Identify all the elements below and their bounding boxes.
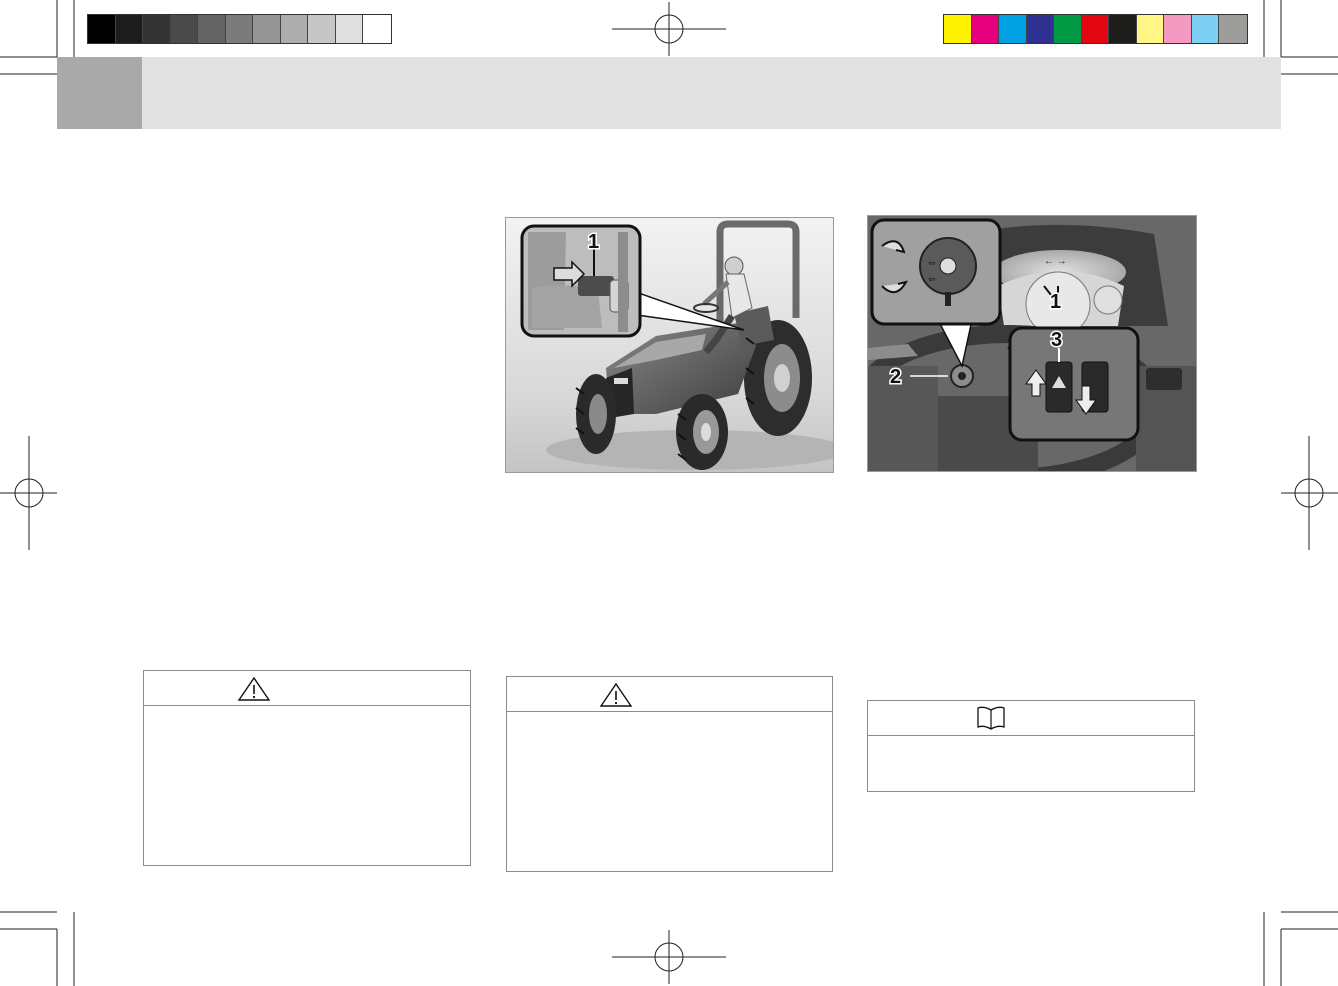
grayscale-color-strip [87, 14, 392, 44]
tractor-figure: 1 [505, 217, 834, 473]
callout-number: 1 [1050, 291, 1061, 313]
chapter-tab [57, 57, 142, 129]
callout-number: 3 [1051, 329, 1062, 351]
callout-number: 2 [890, 366, 901, 388]
color-swatch [971, 15, 999, 43]
color-swatch [88, 15, 116, 43]
color-swatch [198, 15, 226, 43]
warning-box [143, 670, 471, 866]
color-swatch [1054, 15, 1082, 43]
note-box-header [868, 701, 1194, 736]
color-swatch [1081, 15, 1109, 43]
open-book-icon [977, 706, 1005, 730]
color-swatch [143, 15, 171, 43]
color-swatch [363, 15, 391, 43]
color-swatch [999, 15, 1027, 43]
warning-box [506, 676, 833, 872]
color-swatch [1136, 15, 1164, 43]
page-header-band [57, 57, 1281, 129]
warning-triangle-icon [237, 676, 271, 701]
dashboard-figure: ← → 2 ⇦ ⇦ 3 1 [867, 215, 1197, 472]
color-swatch [335, 15, 363, 43]
color-swatch [308, 15, 336, 43]
color-swatch [1109, 15, 1137, 43]
svg-text:← →: ← → [1044, 256, 1067, 267]
color-swatch [1026, 15, 1054, 43]
svg-text:⇦: ⇦ [928, 258, 936, 268]
warning-box-header [507, 677, 832, 712]
callout-number: 1 [588, 231, 599, 253]
warning-triangle-icon [599, 682, 633, 707]
color-swatch [225, 15, 253, 43]
color-swatch [1191, 15, 1219, 43]
color-swatch [115, 15, 143, 43]
color-swatch [280, 15, 308, 43]
color-swatch [1164, 15, 1192, 43]
color-swatch [1219, 15, 1247, 43]
color-swatch [253, 15, 281, 43]
color-swatch [170, 15, 198, 43]
note-box [867, 700, 1195, 792]
cmyk-color-strip [943, 14, 1248, 44]
svg-text:⇦: ⇦ [928, 274, 936, 284]
color-swatch [944, 15, 972, 43]
warning-box-header [144, 671, 470, 706]
